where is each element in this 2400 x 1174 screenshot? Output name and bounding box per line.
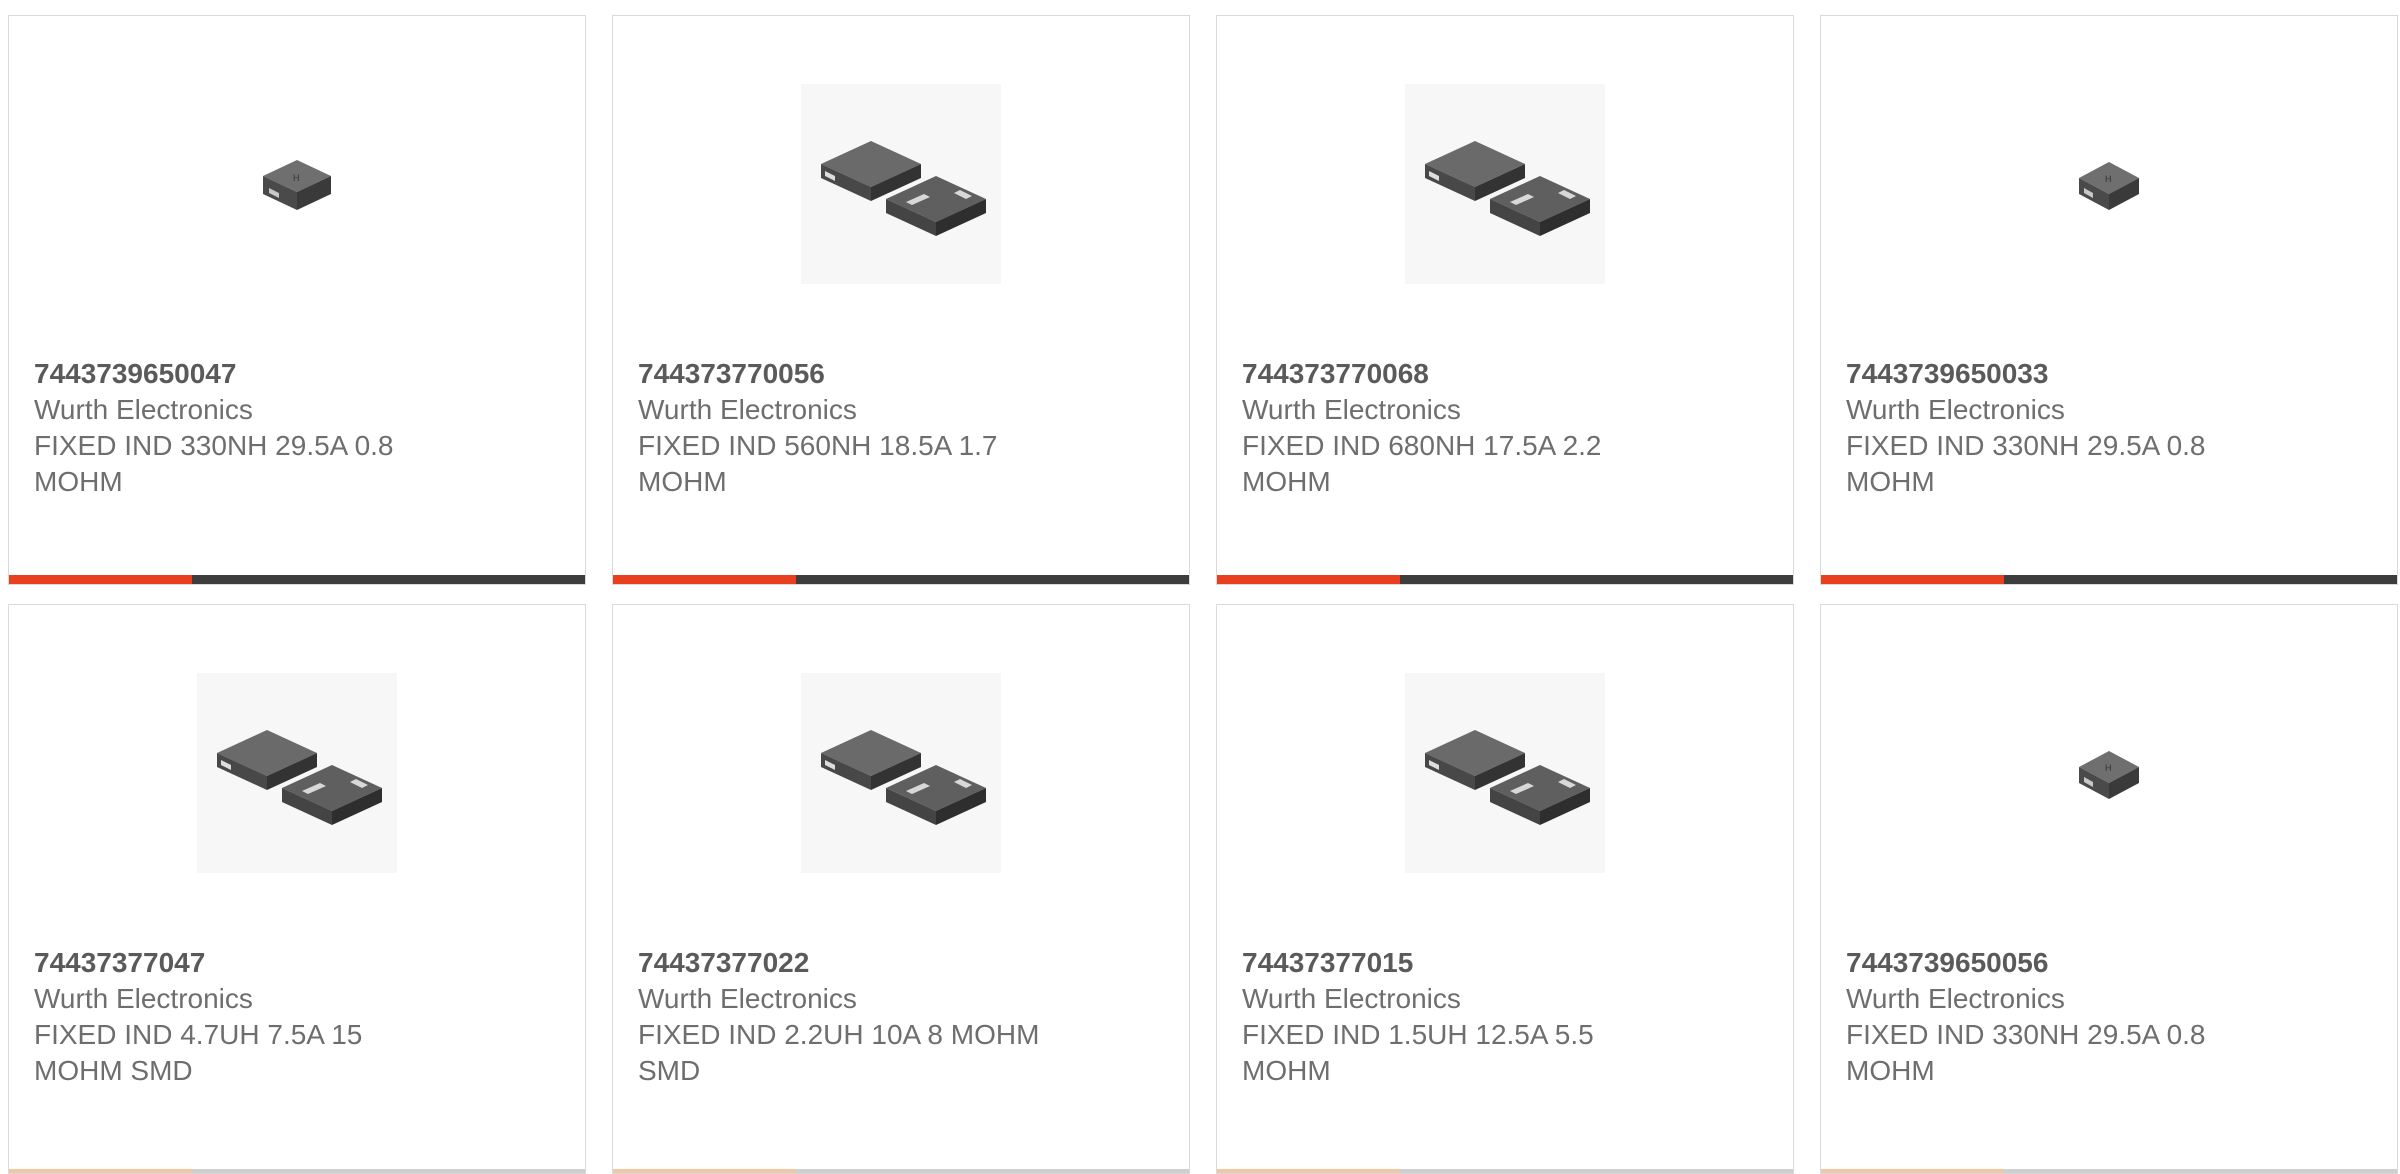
card-bottom-bar [613, 1169, 1189, 1173]
part-number[interactable]: 7443739650047 [34, 356, 474, 392]
product-info: 7443739650047 Wurth Electronics FIXED IN… [34, 356, 474, 500]
product-card[interactable]: 744373770068 Wurth Electronics FIXED IND… [1216, 15, 1794, 585]
product-card[interactable]: 74437377022 Wurth Electronics FIXED IND … [612, 604, 1190, 1174]
product-info: 74437377047 Wurth Electronics FIXED IND … [34, 945, 474, 1089]
inductor-single-image: H [263, 160, 331, 210]
manufacturer: Wurth Electronics [1242, 394, 1461, 425]
manufacturer: Wurth Electronics [1846, 983, 2065, 1014]
manufacturer: Wurth Electronics [34, 983, 253, 1014]
product-card[interactable]: 74437377015 Wurth Electronics FIXED IND … [1216, 604, 1794, 1174]
svg-text:H: H [2105, 174, 2112, 184]
product-card[interactable]: H 7443739650033 Wurth Electronics FIXED … [1820, 15, 2398, 585]
svg-text:H: H [293, 173, 300, 183]
manufacturer: Wurth Electronics [1846, 394, 2065, 425]
description-line-2: MOHM [1846, 466, 1935, 497]
product-info: 744373770068 Wurth Electronics FIXED IND… [1242, 356, 1682, 500]
product-card[interactable]: H 7443739650056 Wurth Electronics FIXED … [1820, 604, 2398, 1174]
card-bottom-bar [9, 575, 585, 584]
card-accent-bar [1821, 1169, 2004, 1173]
manufacturer: Wurth Electronics [638, 983, 857, 1014]
description-line-2: SMD [638, 1055, 701, 1086]
product-info: 744373770056 Wurth Electronics FIXED IND… [638, 356, 1078, 500]
card-accent-bar [1821, 575, 2004, 584]
description-line-1: FIXED IND 330NH 29.5A 0.8 [1846, 430, 2206, 461]
inductor-pair-image [1405, 84, 1605, 284]
card-accent-bar [613, 1169, 796, 1173]
product-card[interactable]: H 7443739650047 Wurth Electronics FIXED … [8, 15, 586, 585]
inductor-pair-image [801, 84, 1001, 284]
product-card[interactable]: 74437377047 Wurth Electronics FIXED IND … [8, 604, 586, 1174]
card-bottom-bar [1821, 1169, 2397, 1173]
card-accent-bar [1217, 575, 1400, 584]
description-line-1: FIXED IND 330NH 29.5A 0.8 [1846, 1019, 2206, 1050]
part-number[interactable]: 744373770068 [1242, 356, 1682, 392]
description-line-1: FIXED IND 330NH 29.5A 0.8 [34, 430, 394, 461]
card-bottom-bar [613, 575, 1189, 584]
card-bottom-bar [1217, 575, 1793, 584]
card-accent-bar [9, 575, 192, 584]
product-info: 7443739650033 Wurth Electronics FIXED IN… [1846, 356, 2286, 500]
description-line-1: FIXED IND 560NH 18.5A 1.7 [638, 430, 998, 461]
description-line-1: FIXED IND 1.5UH 12.5A 5.5 [1242, 1019, 1594, 1050]
description-line-2: MOHM [638, 466, 727, 497]
card-bottom-bar [9, 1169, 585, 1173]
card-accent-bar [613, 575, 796, 584]
description-line-2: MOHM [1846, 1055, 1935, 1086]
card-bottom-bar [1821, 575, 2397, 584]
manufacturer: Wurth Electronics [1242, 983, 1461, 1014]
description-line-1: FIXED IND 4.7UH 7.5A 15 [34, 1019, 363, 1050]
card-accent-bar [1217, 1169, 1400, 1173]
product-card[interactable]: 744373770056 Wurth Electronics FIXED IND… [612, 15, 1190, 585]
manufacturer: Wurth Electronics [638, 394, 857, 425]
part-number[interactable]: 744373770056 [638, 356, 1078, 392]
description-line-2: MOHM [34, 466, 123, 497]
card-accent-bar [9, 1169, 192, 1173]
inductor-single-image: H [2079, 751, 2139, 799]
part-number[interactable]: 7443739650056 [1846, 945, 2286, 981]
product-info: 7443739650056 Wurth Electronics FIXED IN… [1846, 945, 2286, 1089]
part-number[interactable]: 74437377022 [638, 945, 1078, 981]
product-info: 74437377022 Wurth Electronics FIXED IND … [638, 945, 1078, 1089]
inductor-pair-image [1405, 673, 1605, 873]
inductor-pair-image [801, 673, 1001, 873]
card-bottom-bar [1217, 1169, 1793, 1173]
part-number[interactable]: 7443739650033 [1846, 356, 2286, 392]
part-number[interactable]: 74437377015 [1242, 945, 1682, 981]
inductor-single-image: H [2079, 162, 2139, 210]
part-number[interactable]: 74437377047 [34, 945, 474, 981]
description-line-2: MOHM SMD [34, 1055, 193, 1086]
svg-text:H: H [2105, 763, 2112, 773]
description-line-1: FIXED IND 680NH 17.5A 2.2 [1242, 430, 1602, 461]
description-line-1: FIXED IND 2.2UH 10A 8 MOHM [638, 1019, 1040, 1050]
product-grid: H 7443739650047 Wurth Electronics FIXED … [0, 0, 2400, 1174]
manufacturer: Wurth Electronics [34, 394, 253, 425]
inductor-pair-image [197, 673, 397, 873]
description-line-2: MOHM [1242, 466, 1331, 497]
description-line-2: MOHM [1242, 1055, 1331, 1086]
product-info: 74437377015 Wurth Electronics FIXED IND … [1242, 945, 1682, 1089]
